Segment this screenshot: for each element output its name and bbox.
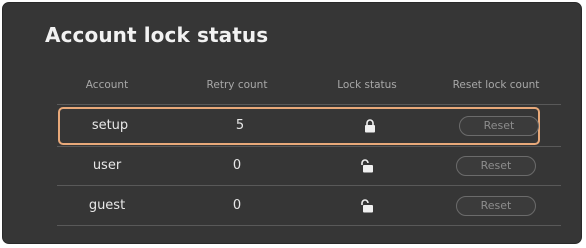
column-header-reset-lock-count: Reset lock count — [452, 79, 540, 91]
table-row-user: user 0 Reset — [57, 147, 561, 185]
column-header-retry-count: Retry count — [206, 79, 268, 91]
retry-count: 0 — [232, 158, 242, 173]
header-divider — [57, 104, 561, 105]
lock-status — [307, 187, 427, 225]
account-lock-panel: Account lock status Account Retry count … — [2, 2, 582, 244]
retry-count: 5 — [235, 118, 245, 133]
row-divider — [57, 185, 561, 186]
lock-status — [307, 147, 427, 185]
reset-cell: Reset — [435, 147, 557, 185]
unlocked-icon — [361, 159, 373, 173]
table-header: Account Retry count Lock status Reset lo… — [57, 79, 563, 99]
reset-cell: Reset — [438, 107, 560, 145]
panel-title: Account lock status — [45, 23, 269, 47]
table-row-guest: guest 0 Reset — [57, 187, 561, 225]
table-row-setup: setup 5 Reset — [58, 107, 540, 145]
unlocked-icon — [361, 199, 373, 213]
reset-button[interactable]: Reset — [456, 196, 536, 216]
column-header-lock-status: Lock status — [337, 79, 397, 91]
reset-button[interactable]: Reset — [459, 116, 539, 136]
account-name: setup — [91, 118, 129, 133]
reset-cell: Reset — [435, 187, 557, 225]
account-name: user — [92, 158, 122, 173]
column-header-account: Account — [85, 79, 129, 91]
row-divider — [57, 225, 561, 226]
reset-button[interactable]: Reset — [456, 156, 536, 176]
lock-status — [310, 107, 430, 145]
retry-count: 0 — [232, 198, 242, 213]
locked-icon — [365, 119, 375, 133]
account-name: guest — [88, 198, 126, 213]
